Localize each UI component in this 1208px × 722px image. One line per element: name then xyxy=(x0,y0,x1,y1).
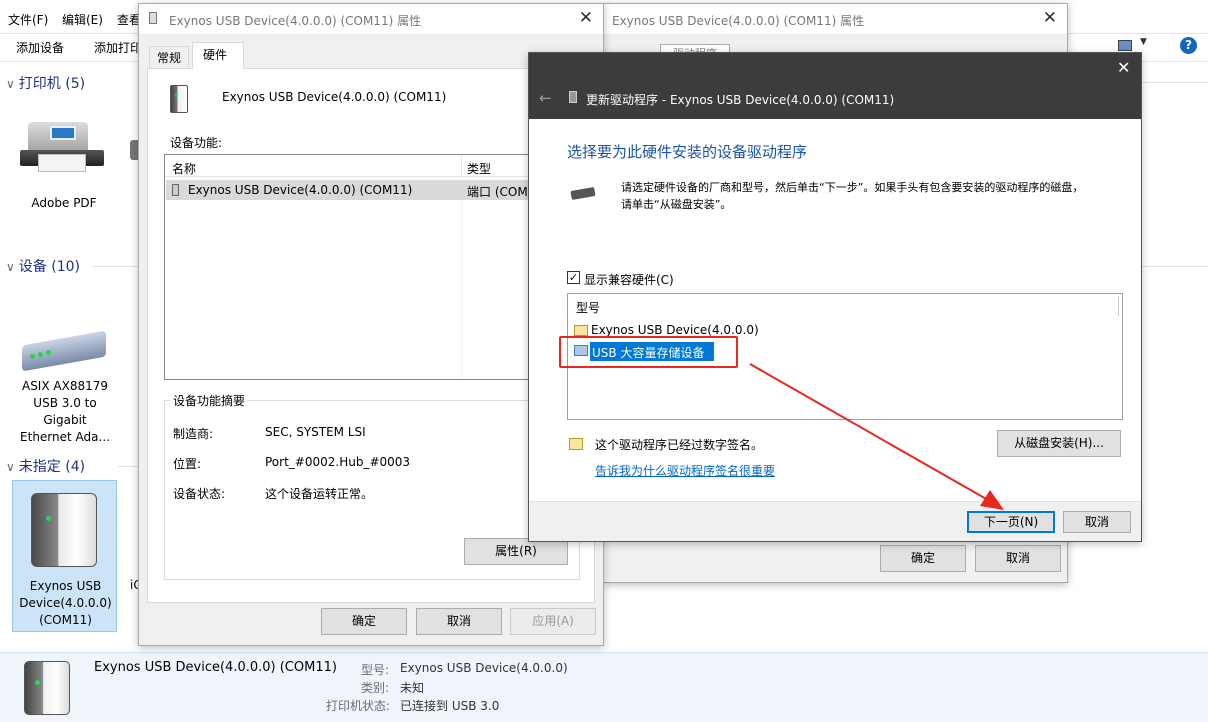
tab-hardware[interactable]: 硬件 xyxy=(192,42,244,69)
annotation-arrow xyxy=(749,363,1004,510)
